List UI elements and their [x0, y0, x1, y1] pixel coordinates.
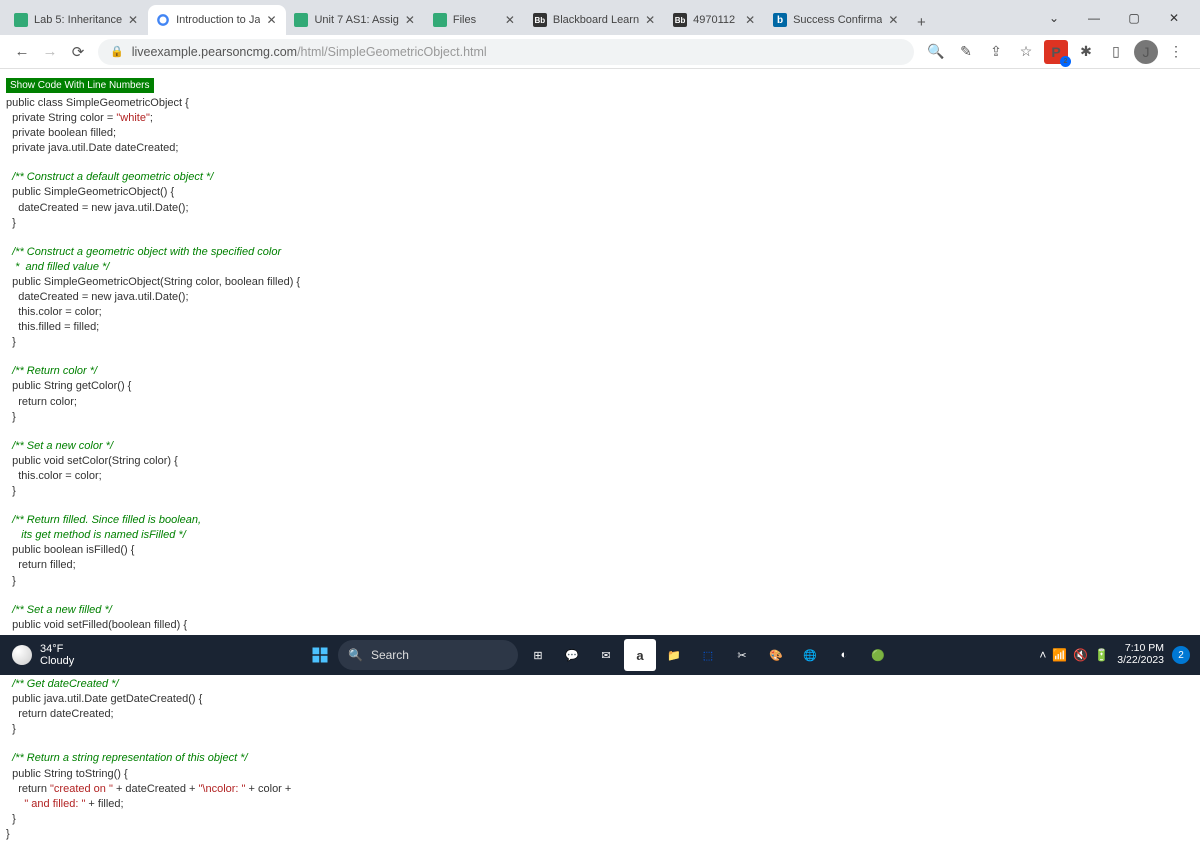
- weather-temp: 34°F: [40, 643, 74, 655]
- taskbar-right: ˄ 📶 🔇 🔋 7:10 PM 3/22/2023 2: [1029, 643, 1200, 666]
- taskbar-apps: ⊞ 💬 ✉ a 📁 ⬚ ✂ 🎨 🌐 ◐ 🟢: [522, 639, 894, 671]
- explorer-icon[interactable]: 📁: [658, 639, 690, 671]
- taskbar-center: 🔍 Search ⊞ 💬 ✉ a 📁 ⬚ ✂ 🎨 🌐 ◐ 🟢: [306, 639, 894, 671]
- address-bar-row: ← → ⟳ 🔒 liveexample.pearsoncmg.com/html/…: [0, 35, 1200, 69]
- app-dropbox-icon[interactable]: ⬚: [692, 639, 724, 671]
- app-amazon[interactable]: a: [624, 639, 656, 671]
- tab-lab5[interactable]: Lab 5: Inheritance ✕: [6, 5, 148, 35]
- taskview-icon[interactable]: ⊞: [522, 639, 554, 671]
- close-icon[interactable]: ✕: [743, 13, 757, 27]
- weather-icon: [12, 645, 32, 665]
- taskbar: 34°F Cloudy 🔍 Search ⊞ 💬 ✉ a 📁 ⬚ ✂ 🎨 🌐 ◐…: [0, 635, 1200, 675]
- create-icon[interactable]: ✎: [954, 40, 978, 64]
- search-placeholder: Search: [371, 648, 409, 662]
- tab-title: Blackboard Learn: [553, 14, 639, 26]
- volume-icon[interactable]: 🔇: [1073, 648, 1088, 662]
- page-content: Show Code With Line Numbers public class…: [0, 69, 1200, 848]
- profile-avatar[interactable]: J: [1134, 40, 1158, 64]
- url-path: /html/SimpleGeometricObject.html: [297, 45, 487, 59]
- app-eclipse-icon[interactable]: ◐: [828, 639, 860, 671]
- chat-icon[interactable]: 💬: [556, 639, 588, 671]
- reload-button[interactable]: ⟳: [64, 38, 92, 66]
- back-button[interactable]: ←: [8, 38, 36, 66]
- tab-title: Files: [453, 14, 499, 26]
- wifi-icon[interactable]: 📶: [1052, 648, 1067, 662]
- notification-badge[interactable]: 2: [1172, 646, 1190, 664]
- favicon: [433, 13, 447, 27]
- bookmark-icon[interactable]: ☆: [1014, 40, 1038, 64]
- extension-icons: 🔍 ✎ ⇪ ☆ P2 ✱ ▯ J ⋮: [920, 40, 1192, 64]
- tab-4970112[interactable]: Bb 4970112 ✕: [665, 5, 765, 35]
- extensions-icon[interactable]: ✱: [1074, 40, 1098, 64]
- url-bar[interactable]: 🔒 liveexample.pearsoncmg.com/html/Simple…: [98, 39, 914, 65]
- search-icon[interactable]: 🔍: [924, 40, 948, 64]
- close-window-button[interactable]: ✕: [1154, 3, 1194, 33]
- weather-widget[interactable]: 34°F Cloudy: [0, 643, 86, 667]
- close-icon[interactable]: ✕: [643, 13, 657, 27]
- tab-blackboard[interactable]: Bb Blackboard Learn ✕: [525, 5, 665, 35]
- close-icon[interactable]: ✕: [403, 13, 417, 27]
- maximize-button[interactable]: ▢: [1114, 3, 1154, 33]
- extension-p-icon[interactable]: P2: [1044, 40, 1068, 64]
- favicon: Bb: [533, 13, 547, 27]
- close-icon[interactable]: ✕: [503, 13, 517, 27]
- tab-strip: Lab 5: Inheritance ✕ Introduction to Ja …: [0, 0, 1200, 35]
- weather-cond: Cloudy: [40, 655, 74, 667]
- tab-files[interactable]: Files ✕: [425, 5, 525, 35]
- tab-introduction[interactable]: Introduction to Ja ✕: [148, 5, 286, 35]
- tab-title: 4970112: [693, 14, 739, 26]
- mail-icon[interactable]: ✉: [590, 639, 622, 671]
- lock-icon: 🔒: [110, 45, 124, 58]
- reading-list-icon[interactable]: ▯: [1104, 40, 1128, 64]
- tab-title: Unit 7 AS1: Assig: [314, 14, 398, 26]
- favicon: [14, 13, 28, 27]
- search-icon: 🔍: [348, 648, 363, 662]
- close-icon[interactable]: ✕: [264, 13, 278, 27]
- new-tab-button[interactable]: +: [908, 9, 934, 35]
- favicon: [294, 13, 308, 27]
- tab-success[interactable]: b Success Confirma ✕: [765, 5, 908, 35]
- chrome-icon[interactable]: 🟢: [862, 639, 894, 671]
- share-icon[interactable]: ⇪: [984, 40, 1008, 64]
- battery-icon[interactable]: 🔋: [1094, 648, 1109, 662]
- clock-date: 3/22/2023: [1117, 655, 1164, 667]
- favicon: Bb: [673, 13, 687, 27]
- chevron-down-icon[interactable]: ⌄: [1034, 3, 1074, 33]
- system-tray[interactable]: ˄ 📶 🔇 🔋: [1039, 648, 1109, 662]
- tab-title: Introduction to Ja: [176, 14, 260, 26]
- close-icon[interactable]: ✕: [886, 13, 900, 27]
- minimize-button[interactable]: —: [1074, 3, 1114, 33]
- close-icon[interactable]: ✕: [126, 13, 140, 27]
- clock[interactable]: 7:10 PM 3/22/2023: [1117, 643, 1164, 666]
- start-button[interactable]: [306, 641, 334, 669]
- tab-title: Success Confirma: [793, 14, 882, 26]
- menu-icon[interactable]: ⋮: [1164, 40, 1188, 64]
- favicon: [156, 13, 170, 27]
- chevron-up-icon[interactable]: ˄: [1039, 648, 1046, 662]
- window-controls: ⌄ — ▢ ✕: [1034, 0, 1194, 35]
- tab-unit7[interactable]: Unit 7 AS1: Assig ✕: [286, 5, 424, 35]
- edge-icon[interactable]: 🌐: [794, 639, 826, 671]
- app-paint-icon[interactable]: 🎨: [760, 639, 792, 671]
- app-snip-icon[interactable]: ✂: [726, 639, 758, 671]
- show-code-button[interactable]: Show Code With Line Numbers: [6, 78, 154, 93]
- forward-button[interactable]: →: [36, 38, 64, 66]
- tab-title: Lab 5: Inheritance: [34, 14, 122, 26]
- taskbar-search[interactable]: 🔍 Search: [338, 640, 518, 670]
- url-host: liveexample.pearsoncmg.com: [132, 45, 297, 59]
- favicon: b: [773, 13, 787, 27]
- source-code: public class SimpleGeometricObject { pri…: [6, 96, 1194, 842]
